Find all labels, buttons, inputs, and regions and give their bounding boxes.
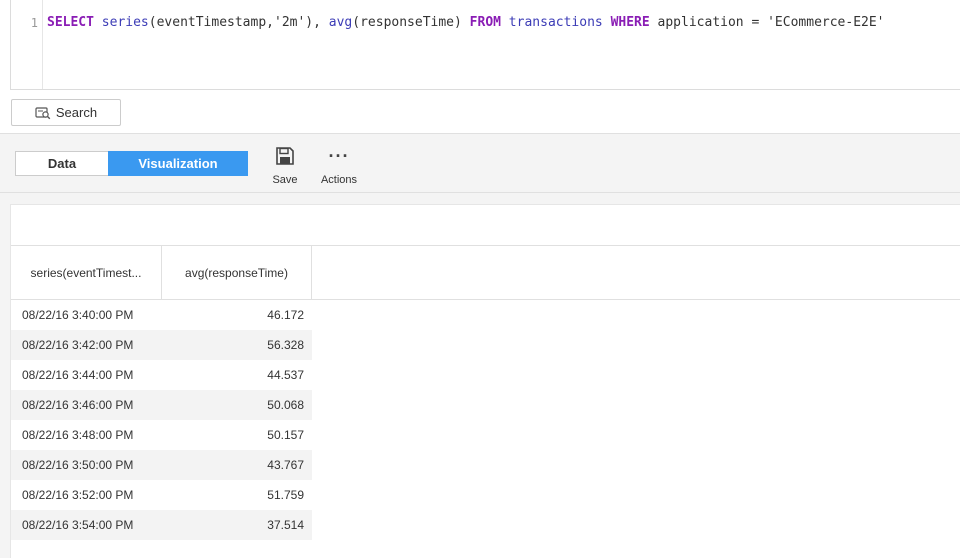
save-button[interactable]: Save [268,144,302,186]
cell-avg-response-time: 44.537 [267,368,304,382]
table-row: 08/22/16 3:48:00 PM 50.157 [11,420,312,450]
keyword-select: SELECT [47,15,94,30]
table-row: 08/22/16 3:44:00 PM 44.537 [11,360,312,390]
save-icon [275,144,295,168]
line-number: 1 [30,16,38,30]
results-table: series(eventTimest... avg(responseTime) … [10,204,960,558]
cell-timestamp: 08/22/16 3:42:00 PM [22,338,134,352]
cell-timestamp: 08/22/16 3:46:00 PM [22,398,134,412]
query-text[interactable]: SELECT series(eventTimestamp,'2m'), avg(… [47,15,885,30]
cell-timestamp: 08/22/16 3:50:00 PM [22,458,134,472]
cell-timestamp: 08/22/16 3:54:00 PM [22,518,134,532]
more-icon: ··· [328,145,350,166]
results-toolbar: Data Visualization Save ··· Actions [0,133,960,193]
keyword-from: FROM [469,15,501,30]
actions-button[interactable]: ··· Actions [318,144,360,187]
cell-timestamp: 08/22/16 3:52:00 PM [22,488,134,502]
table-header: series(eventTimest... avg(responseTime) [11,245,960,300]
cell-avg-response-time: 43.767 [267,458,304,472]
cell-avg-response-time: 50.157 [267,428,304,442]
cell-avg-response-time: 50.068 [267,398,304,412]
table-row: 08/22/16 3:46:00 PM 50.068 [11,390,312,420]
tab-data-label: Data [47,156,77,171]
actions-label: Actions [320,174,358,186]
table-row: 08/22/16 3:40:00 PM 46.172 [11,300,312,330]
column-header-avg[interactable]: avg(responseTime) [162,246,312,300]
table-row: 08/22/16 3:54:00 PM 37.514 [11,510,312,540]
tab-visualization[interactable]: Visualization [108,151,248,176]
save-label: Save [272,174,298,186]
table-name: transactions [500,15,611,30]
query-editor[interactable]: 1 SELECT series(eventTimestamp,'2m'), av… [10,0,960,90]
table-row: 08/22/16 3:50:00 PM 43.767 [11,450,312,480]
cell-avg-response-time: 37.514 [267,518,304,532]
table-row: 08/22/16 3:52:00 PM 51.759 [11,480,312,510]
cell-avg-response-time: 56.328 [267,338,304,352]
cell-timestamp: 08/22/16 3:44:00 PM [22,368,134,382]
function-avg: avg [328,15,353,30]
where-condition: application = 'ECommerce-E2E' [649,15,885,30]
search-icon [35,106,51,120]
avg-args: (responseTime) [352,15,470,30]
keyword-where: WHERE [610,15,650,30]
tab-visualization-label: Visualization [138,156,218,171]
results-area: series(eventTimest... avg(responseTime) … [0,193,960,558]
column-header-series[interactable]: series(eventTimest... [11,246,162,300]
tab-data[interactable]: Data [15,151,108,176]
column-header-avg-label: avg(responseTime) [185,266,288,280]
search-button-label: Search [55,105,98,120]
cell-avg-response-time: 51.759 [267,488,304,502]
cell-timestamp: 08/22/16 3:48:00 PM [22,428,134,442]
function-series: series [101,15,149,30]
series-args: (eventTimestamp,'2m'), [148,15,329,30]
cell-avg-response-time: 46.172 [267,308,304,322]
table-row: 08/22/16 3:42:00 PM 56.328 [11,330,312,360]
editor-gutter: 1 [11,0,43,89]
table-body: 08/22/16 3:40:00 PM 46.172 08/22/16 3:42:0… [11,300,312,540]
column-header-series-label: series(eventTimest... [30,266,142,280]
cell-timestamp: 08/22/16 3:40:00 PM [22,308,134,322]
search-button[interactable]: Search [11,99,121,126]
